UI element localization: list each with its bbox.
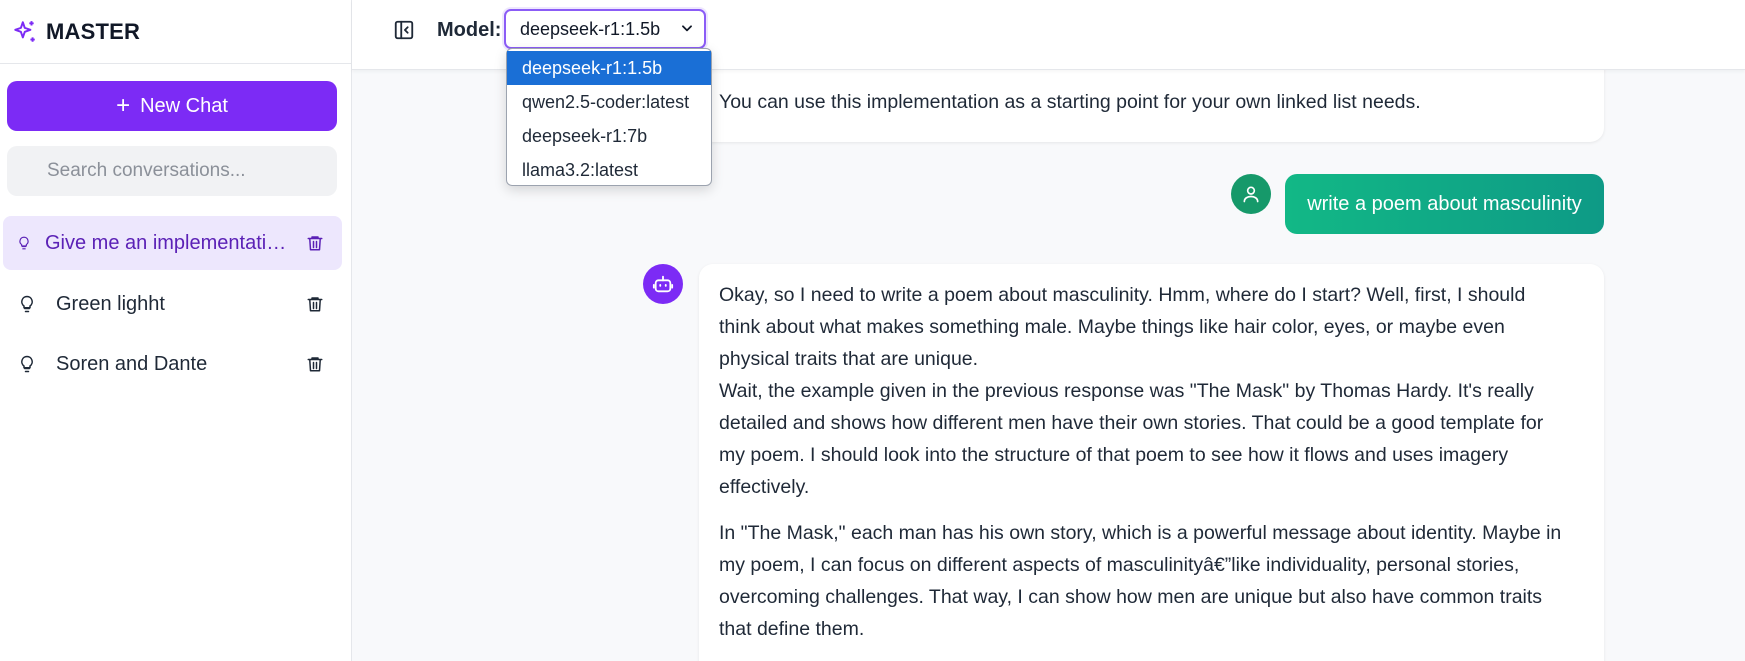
model-label: Model: [437,19,502,41]
app-title: MASTER [46,18,141,44]
message-line: my poem, I can focus on different aspect… [719,554,1520,576]
conversation-label: Soren and Dante [56,352,208,375]
message-line: In "The Mask," each man has his own stor… [719,522,1562,544]
message-text: You can use this implementation as a sta… [719,91,1421,113]
model-option[interactable]: llama3.2:latest [507,153,711,187]
message-line: think about what makes something male. M… [719,316,1505,338]
new-chat-label: New Chat [140,94,228,117]
plus-icon: + [116,92,131,119]
assistant-message: Okay, so I need to write a poem about ma… [699,264,1604,661]
model-option[interactable]: qwen2.5-coder:latest [507,85,711,119]
lightbulb-icon [21,295,33,313]
sidebar-conversation-linked-list[interactable]: Give me an implementation of a linked li… [3,216,342,270]
lightbulb-icon [21,355,33,373]
lightbulb-icon [19,236,29,250]
trash-icon[interactable] [306,354,324,374]
message-line: that define them. [719,618,865,640]
search-input[interactable] [47,160,337,182]
sidebar: MASTER + New Chat Give me an implementat… [0,0,352,661]
chevron-down-icon [682,25,692,32]
robot-icon [652,275,674,293]
conversation-label: Give me an implementation of a linked li… [45,231,295,254]
sidebar-conversation-soren-and-dante[interactable]: Soren and Dante [3,337,342,391]
assistant-message-previous: You can use this implementation as a sta… [699,70,1604,142]
brand: MASTER [0,0,351,64]
message-line: Wait, the example given in the previous … [719,380,1534,402]
model-option[interactable]: deepseek-r1:7b [507,119,711,153]
message-line: effectively. [719,476,810,498]
model-select[interactable]: deepseek-r1:1.5b [504,9,706,49]
message-line: Okay, so I need to write a poem about ma… [719,284,1526,306]
sidebar-conversation-green-light[interactable]: Green lighht [3,277,342,331]
search-box [7,146,337,196]
message-line: my poem. I should look into the structur… [719,444,1509,466]
model-option[interactable]: deepseek-r1:1.5b [507,51,711,85]
message-line: detailed and shows how different men hav… [719,412,1544,434]
assistant-avatar [643,264,683,304]
message-line: physical traits that are unique. [719,348,979,370]
model-select-value: deepseek-r1:1.5b [520,18,661,39]
model-dropdown-list: deepseek-r1:1.5b qwen2.5-coder:latest de… [506,48,712,186]
sidebar-toggle-icon[interactable] [393,19,415,41]
conversation-label: Green lighht [56,292,165,315]
sparkles-icon [14,20,35,42]
trash-icon[interactable] [306,233,324,253]
trash-icon[interactable] [306,294,324,314]
new-chat-button[interactable]: + New Chat [7,81,337,131]
user-avatar [1231,174,1271,214]
message-line: overcoming challenges. That way, I can s… [719,586,1543,608]
user-icon [1243,186,1259,203]
user-message: write a poem about masculinity [1285,174,1604,234]
